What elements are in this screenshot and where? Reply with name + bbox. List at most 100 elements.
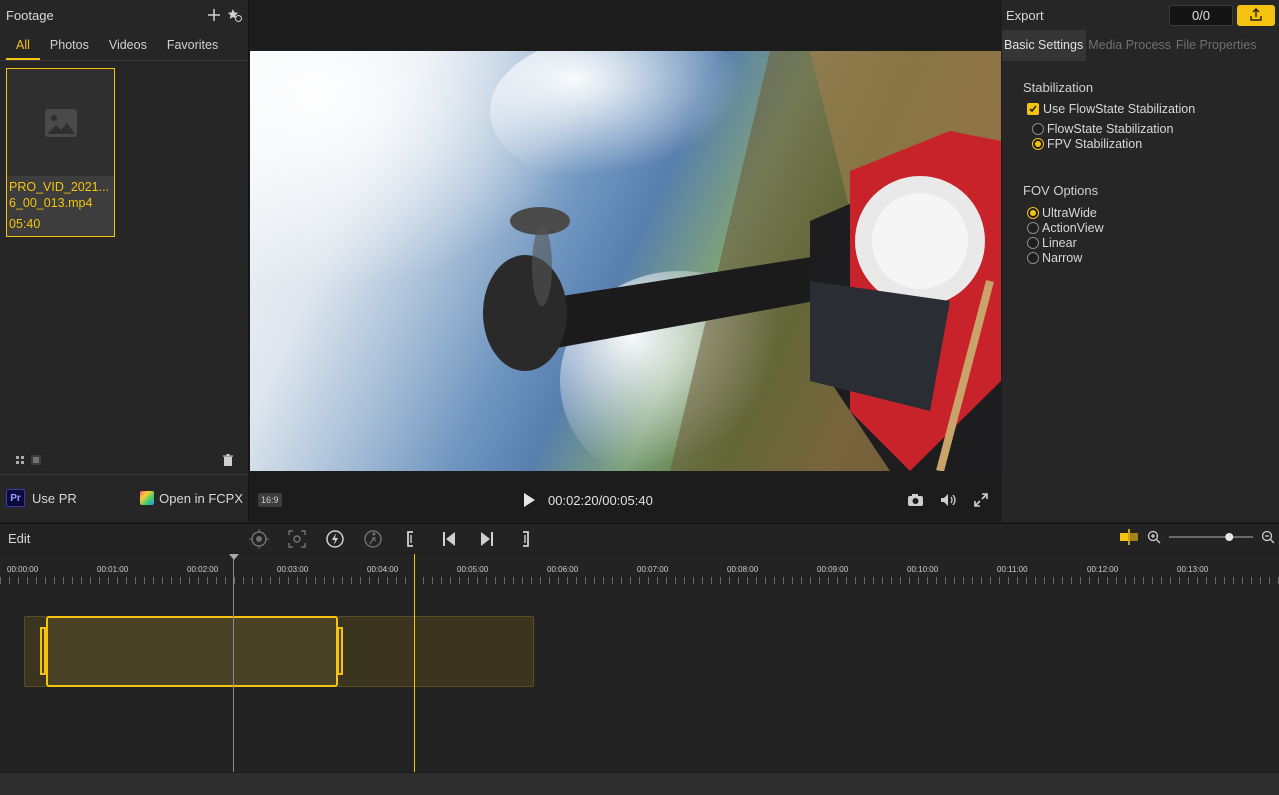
fcpx-icon (140, 491, 155, 505)
trash-icon[interactable] (222, 454, 234, 467)
left-bottom-bar: Pr Use PR Open in FCPX (0, 474, 249, 521)
tab-all[interactable]: All (6, 30, 40, 60)
trim-end-icon[interactable] (514, 528, 535, 549)
radio-ultrawide[interactable]: UltraWide (1027, 206, 1097, 220)
split-icon[interactable] (1119, 529, 1139, 545)
ruler-label: 00:01:00 (97, 565, 129, 574)
premiere-icon: Pr (6, 489, 25, 507)
timeline-ruler[interactable]: 00:00:00 00:01:00 00:02:00 00:03:00 00:04:00… (0, 554, 1279, 584)
trim-handle-left[interactable] (40, 627, 46, 675)
open-fcpx-label: Open in FCPX (159, 490, 243, 506)
tab-media-process[interactable]: Media Process (1086, 30, 1174, 61)
hover-cursor-line (414, 554, 415, 772)
footage-tabs: All Photos Videos Favorites (0, 30, 248, 61)
footage-title: Footage (6, 7, 54, 23)
playhead[interactable] (233, 554, 234, 772)
preview-panel: 16:9 00:02:20/00:05:40 (250, 0, 1001, 522)
export-tabs: Basic Settings Media Process File Proper… (1002, 30, 1279, 61)
radio-linear[interactable]: Linear (1027, 236, 1077, 250)
skip-forward-icon[interactable] (476, 528, 497, 549)
tab-videos[interactable]: Videos (99, 30, 157, 60)
trim-handle-right[interactable] (337, 627, 343, 675)
export-count: 0/0 (1169, 4, 1233, 26)
edit-title: Edit (8, 531, 31, 546)
footage-header: Footage (0, 0, 248, 30)
narrow-label: Narrow (1042, 251, 1083, 265)
zoom-slider[interactable] (1169, 530, 1253, 544)
ruler-label: 00:04:00 (367, 565, 399, 574)
video-preview[interactable] (250, 51, 1001, 471)
open-fcpx-button[interactable]: Open in FCPX (140, 491, 243, 506)
ruler-label: 00:07:00 (637, 565, 669, 574)
motion-icon[interactable] (362, 528, 383, 549)
actionview-label: ActionView (1042, 221, 1104, 235)
grid-view-icon[interactable] (14, 454, 26, 466)
radio-narrow[interactable]: Narrow (1027, 251, 1082, 265)
radio-indicator (1027, 207, 1039, 219)
ultrawide-label: UltraWide (1042, 206, 1097, 220)
radio-indicator (1032, 138, 1044, 150)
upload-icon (1250, 8, 1262, 21)
tab-basic-settings[interactable]: Basic Settings (1002, 30, 1087, 61)
radio-indicator (1027, 252, 1039, 264)
ruler-label: 00:06:00 (547, 565, 579, 574)
use-pr-label: Use PR (32, 490, 77, 506)
ruler-label: 00:09:00 (817, 565, 849, 574)
ruler-label: 00:10:00 (907, 565, 939, 574)
radio-flowstate[interactable]: FlowState Stabilization (1032, 122, 1173, 136)
ruler-label: 00:00:00 (7, 565, 39, 574)
zoom-out-icon[interactable] (1261, 530, 1275, 544)
volume-icon[interactable] (940, 493, 957, 507)
radio-fpv[interactable]: FPV Stabilization (1032, 137, 1142, 151)
checkmark-icon (1027, 103, 1039, 115)
ruler-label: 00:13:00 (1177, 565, 1209, 574)
trim-start-icon[interactable] (400, 528, 421, 549)
stabilization-title: Stabilization (1023, 80, 1094, 95)
use-flowstate-label: Use FlowState Stabilization (1043, 102, 1196, 116)
edit-panel: Edit 00:00:00 00:01:00 00:02:00 00:03:00… (0, 523, 1279, 795)
image-placeholder-icon (7, 69, 114, 176)
ruler-ticks (0, 577, 1279, 584)
clip-duration: 05:40 (9, 217, 41, 231)
clip-selection[interactable] (46, 616, 338, 687)
aspect-ratio-badge[interactable]: 16:9 (258, 493, 282, 507)
clip-name: PRO_VID_2021...6_00_013.mp4 (9, 180, 110, 210)
focus-icon[interactable] (286, 528, 307, 549)
radio-indicator (1032, 123, 1044, 135)
export-button[interactable] (1237, 4, 1275, 26)
ruler-label: 00:03:00 (277, 565, 309, 574)
status-bar (0, 772, 1279, 795)
add-icon[interactable] (207, 8, 221, 22)
radio-indicator (1027, 222, 1039, 234)
tab-photos[interactable]: Photos (40, 30, 99, 60)
use-flowstate-checkbox[interactable]: Use FlowState Stabilization (1027, 102, 1195, 116)
fpv-label: FPV Stabilization (1047, 137, 1143, 151)
favorite-add-icon[interactable] (227, 8, 242, 22)
export-panel: Export 0/0 Basic Settings Media Process … (1002, 0, 1279, 522)
ruler-label: 00:02:00 (187, 565, 219, 574)
speed-icon[interactable] (324, 528, 345, 549)
zoom-in-icon[interactable] (1147, 530, 1161, 544)
linear-label: Linear (1042, 236, 1077, 250)
radio-indicator (1027, 237, 1039, 249)
tab-file-properties[interactable]: File Properties (1174, 30, 1260, 61)
use-pr-button[interactable]: Pr Use PR (6, 489, 77, 507)
skip-back-icon[interactable] (438, 528, 459, 549)
fov-title: FOV Options (1023, 183, 1099, 198)
playhead-marker[interactable] (229, 554, 239, 560)
clip-thumbnail[interactable]: PRO_VID_2021...6_00_013.mp4 05:40 (6, 68, 115, 237)
tab-favorites[interactable]: Favorites (157, 30, 228, 60)
ruler-label: 00:12:00 (1087, 565, 1119, 574)
target-icon[interactable] (248, 528, 269, 549)
ruler-label: 00:08:00 (727, 565, 759, 574)
footage-panel: Footage All Photos Videos Favorites PRO_… (0, 0, 249, 522)
play-icon[interactable] (522, 492, 536, 508)
edit-toolbar: Edit (0, 524, 1279, 554)
camera-icon[interactable] (907, 493, 924, 507)
fullscreen-icon[interactable] (973, 492, 989, 508)
radio-actionview[interactable]: ActionView (1027, 221, 1104, 235)
ruler-label: 00:11:00 (997, 565, 1028, 574)
ruler-label: 00:05:00 (457, 565, 489, 574)
list-view-icon[interactable] (30, 454, 42, 466)
export-header: Export 0/0 (1002, 0, 1279, 30)
